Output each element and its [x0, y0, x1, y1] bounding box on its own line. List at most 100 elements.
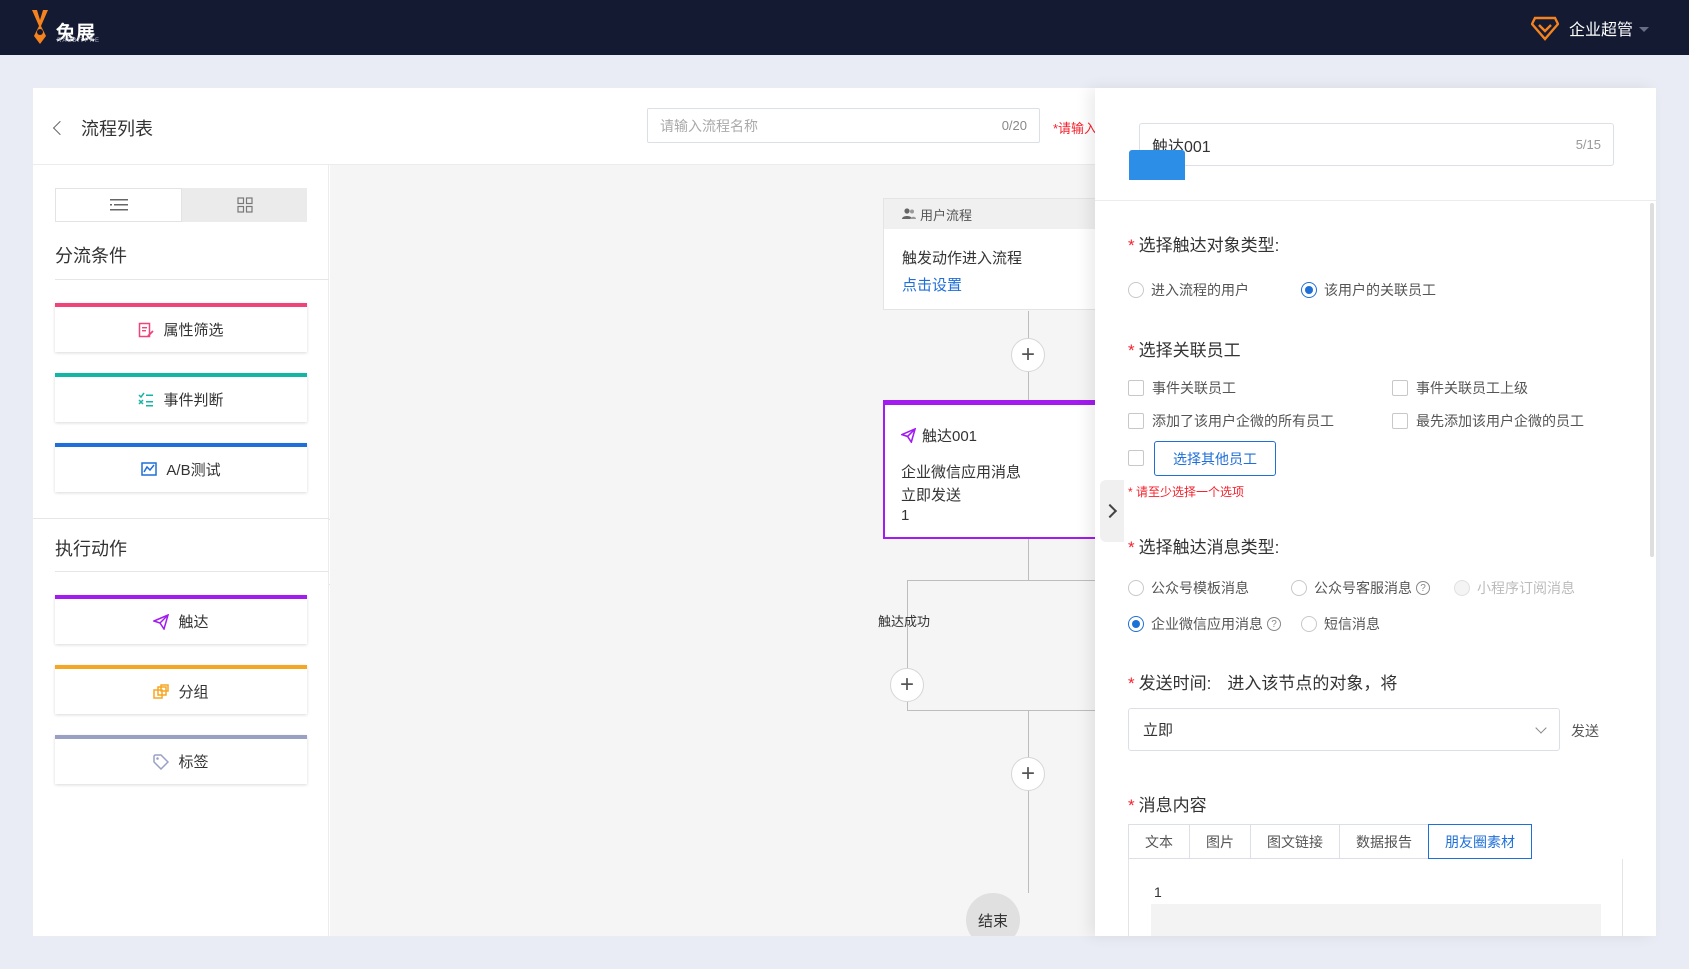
- select-other-staff-button[interactable]: 选择其他员工: [1154, 441, 1276, 476]
- event-judge-label: 事件判断: [163, 392, 224, 409]
- add-node-button[interactable]: +: [1011, 338, 1045, 372]
- checkbox-icon: [1392, 380, 1408, 396]
- checkbox-all-added-staff[interactable]: 添加了该用户企微的所有员工: [1128, 411, 1334, 431]
- diamond-badge-icon: [1530, 16, 1559, 41]
- users-icon: [902, 208, 916, 219]
- end-node-label: 结束: [977, 912, 1008, 930]
- msgtype-radio-mp-template[interactable]: 公众号模板消息: [1128, 578, 1249, 598]
- user-role-label: 企业超管: [1568, 22, 1633, 39]
- radio-checked-icon: [1301, 282, 1317, 298]
- msg-type-label: * 选择触达消息类型:: [1128, 538, 1280, 557]
- touch-node-title: 触达001: [922, 428, 978, 445]
- checkbox-icon: [1128, 413, 1144, 429]
- touch-action-button[interactable]: 触达: [55, 595, 307, 644]
- msgtype-radio-wecom-app[interactable]: 企业微信应用消息 ?: [1128, 614, 1281, 634]
- logo-subtext: RABBITPRE: [57, 38, 101, 44]
- msgtype-radio-sms[interactable]: 短信消息: [1301, 614, 1380, 634]
- touch-node-msg-type: 企业微信应用消息: [901, 464, 1022, 481]
- checkbox-icon: [1128, 450, 1144, 466]
- help-icon[interactable]: ?: [1416, 581, 1430, 595]
- connector-line: [1028, 710, 1029, 893]
- group-action-label: 分组: [178, 684, 209, 701]
- paper-plane-icon: [901, 428, 916, 443]
- start-node-title: 用户流程: [920, 207, 973, 223]
- section-divider: [33, 518, 329, 519]
- msgtype-radio-mp-service[interactable]: 公众号客服消息 ?: [1291, 578, 1430, 598]
- paper-plane-icon: [153, 613, 170, 630]
- list-icon: [109, 199, 128, 211]
- group-icon: [153, 683, 170, 699]
- content-tabs: 文本 图片 图文链接 数据报告 朋友圈素材: [1128, 824, 1532, 859]
- node-palette: 分流条件 属性筛选 事件判断 A/B测试 执行动作 触达 分组 标签: [33, 165, 329, 936]
- checkbox-icon: [1128, 380, 1144, 396]
- radio-checked-icon: [1128, 616, 1144, 632]
- back-to-list-button[interactable]: 流程列表: [52, 115, 153, 141]
- send-time-value: 立即: [1143, 722, 1174, 739]
- event-judge-button[interactable]: 事件判断: [55, 373, 307, 422]
- user-menu[interactable]: 企业超管: [1530, 14, 1649, 42]
- checkbox-event-staff[interactable]: 事件关联员工: [1128, 378, 1236, 398]
- tab-text[interactable]: 文本: [1128, 824, 1189, 859]
- ab-test-label: A/B测试: [166, 462, 221, 479]
- collapse-drawer-button[interactable]: [1100, 480, 1124, 542]
- chevron-down-icon: [1535, 721, 1547, 734]
- tab-report[interactable]: 数据报告: [1339, 824, 1428, 859]
- content-label: * 消息内容: [1128, 796, 1207, 815]
- checkbox-event-staff-leader[interactable]: 事件关联员工上级: [1392, 378, 1528, 398]
- chevron-left-icon: [52, 120, 68, 136]
- tag-action-label: 标签: [178, 754, 209, 771]
- content-number: 1: [1154, 884, 1162, 900]
- node-name-input[interactable]: 触达001 5/15: [1139, 123, 1614, 166]
- tab-link[interactable]: 图文链接: [1250, 824, 1339, 859]
- action-divider: [55, 571, 329, 572]
- view-toggle: [55, 188, 307, 222]
- employee-label: * 选择关联员工: [1128, 341, 1241, 360]
- flow-name-count: 0/20: [1001, 118, 1027, 133]
- start-node-setup-link[interactable]: 点击设置: [902, 274, 962, 295]
- touch-node-content: 1: [901, 507, 910, 524]
- content-thumbnail: [1129, 150, 1185, 180]
- grid-view-button[interactable]: [182, 188, 307, 222]
- tab-moments[interactable]: 朋友圈素材: [1428, 824, 1532, 859]
- drawer-divider: [1095, 200, 1656, 201]
- tab-image[interactable]: 图片: [1189, 824, 1250, 859]
- flow-name-hint: *请输入: [1053, 121, 1098, 136]
- send-time-select[interactable]: 立即: [1128, 708, 1560, 751]
- node-settings-drawer: 触达001 5/15 * 选择触达对象类型: 进入流程的用户 该用户的关联员工 *…: [1095, 88, 1656, 936]
- target-radio-related-staff[interactable]: 该用户的关联员工: [1301, 280, 1436, 300]
- add-branch-node-button[interactable]: +: [890, 668, 924, 702]
- page-header: 流程列表 请输入流程名称 0/20 *请输入: [33, 88, 1133, 165]
- caret-down-icon: [1639, 26, 1649, 32]
- drawer-scrollbar[interactable]: [1650, 203, 1654, 557]
- back-label: 流程列表: [81, 119, 153, 139]
- checkbox-other-staff[interactable]: [1128, 450, 1152, 466]
- content-preview[interactable]: [1151, 904, 1601, 936]
- tag-action-button[interactable]: 标签: [55, 735, 307, 784]
- flow-name-placeholder: 请输入流程名称: [660, 117, 758, 134]
- msgtype-radio-miniapp: 小程序订阅消息: [1454, 578, 1575, 598]
- attribute-filter-button[interactable]: 属性筛选: [55, 303, 307, 352]
- action-section-title: 执行动作: [55, 539, 127, 559]
- target-radio-flow-user[interactable]: 进入流程的用户: [1128, 280, 1249, 300]
- touch-node-send-time: 立即发送: [901, 487, 962, 504]
- help-icon[interactable]: ?: [1267, 617, 1281, 631]
- group-action-button[interactable]: 分组: [55, 665, 307, 714]
- flow-name-input[interactable]: 请输入流程名称 0/20: [647, 108, 1040, 143]
- radio-icon: [1128, 282, 1144, 298]
- content-panel: 1: [1128, 859, 1623, 936]
- add-node-button[interactable]: +: [1011, 757, 1045, 791]
- ab-chart-icon: [141, 462, 158, 476]
- grid-icon: [236, 197, 253, 213]
- ab-test-button[interactable]: A/B测试: [55, 443, 307, 492]
- start-node-trigger-text: 触发动作进入流程: [902, 250, 1023, 267]
- radio-icon: [1128, 580, 1144, 596]
- list-view-button[interactable]: [55, 188, 182, 222]
- condition-divider: [55, 279, 329, 280]
- checkbox-icon: [1392, 413, 1408, 429]
- checkbox-first-added-staff[interactable]: 最先添加该用户企微的员工: [1392, 411, 1584, 431]
- filter-edit-icon: [139, 322, 155, 337]
- chevron-right-icon: [1102, 503, 1118, 519]
- touch-action-label: 触达: [178, 614, 209, 631]
- target-type-label: * 选择触达对象类型:: [1128, 236, 1280, 255]
- flow-canvas[interactable]: 用户流程 触发动作进入流程 点击设置 + 触达001 企业微信应用消息 立即发送…: [330, 165, 1143, 936]
